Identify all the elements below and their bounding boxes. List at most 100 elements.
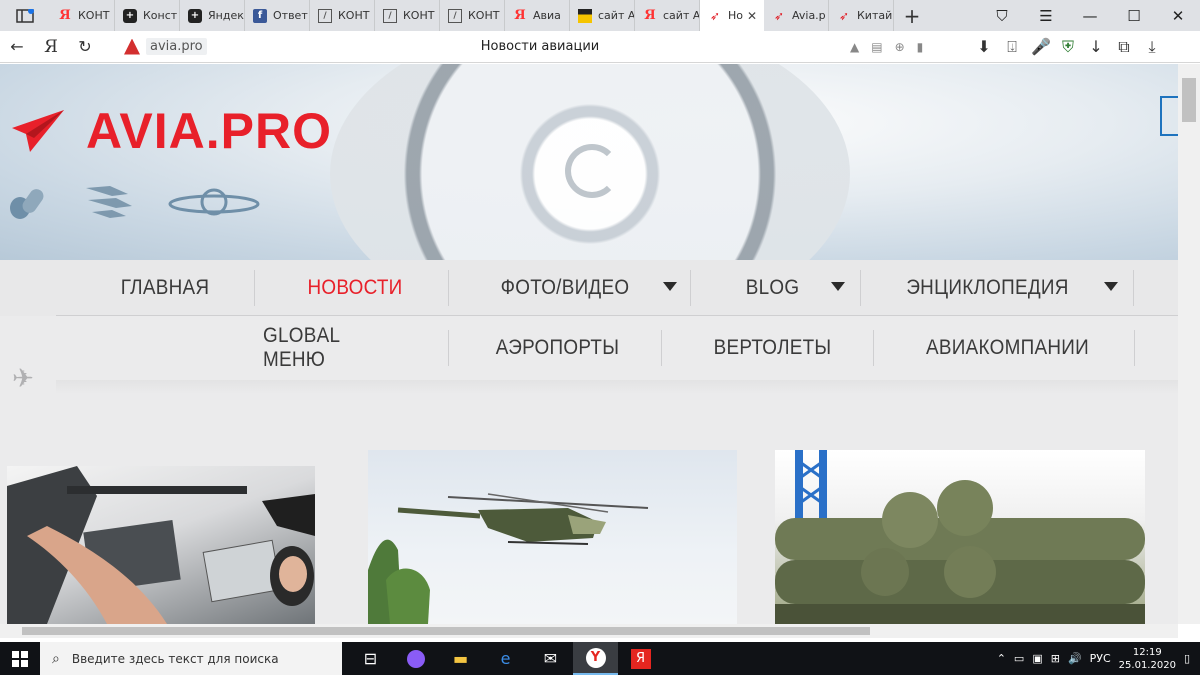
edge-browser-icon[interactable]: e [483,642,528,675]
tab[interactable]: Я Авиа [505,0,570,31]
horizontal-scrollbar[interactable] [0,624,1178,638]
bookmarks-icon[interactable]: ⛉ [980,0,1024,31]
tab[interactable]: + Конст [115,0,180,31]
file-explorer-icon[interactable]: ▬ [438,642,483,675]
reader-mode-icon[interactable]: ▲ [850,40,859,54]
volume-icon[interactable]: 🔊 [1068,652,1082,665]
avia-icon: ➶ [838,8,850,23]
save-icon[interactable]: ⍗ [1003,37,1021,57]
page-title: Новости авиации [480,39,600,54]
news-thumbnail-missile-system[interactable] [775,450,1145,624]
yandex-browser-icon[interactable]: Y [573,642,618,675]
back-button[interactable]: ← [0,31,34,63]
scrollbar-thumb[interactable] [1182,78,1196,122]
yandex-icon: Я [644,8,656,23]
tab[interactable]: / КОНТ [375,0,440,31]
tab[interactable]: ➶ Avia.p [764,0,829,31]
network-icon[interactable]: ⊞ [1051,652,1060,665]
menu-item-blog[interactable]: BLOG [739,260,807,316]
site-logo[interactable]: AVIA.PRO [10,102,332,160]
chevron-down-icon[interactable] [831,282,845,291]
microphone-icon[interactable]: 🎤 [1031,37,1051,57]
bookmark-icon[interactable]: ▮ [917,40,924,54]
chevron-down-icon[interactable] [663,282,677,291]
minimize-button[interactable]: — [1068,0,1112,31]
planet-icon[interactable] [166,182,262,222]
url-field[interactable]: avia.pro [124,38,207,55]
tab[interactable]: f Ответ [245,0,310,31]
tab-active[interactable]: ➶ Но ✕ [700,0,764,31]
menu-item-home[interactable]: ГЛАВНАЯ [116,260,215,316]
menu-item-airlines[interactable]: АВИАКОМПАНИИ [924,316,1091,380]
pills-icon[interactable] [6,182,52,222]
document-icon: / [383,8,397,23]
downloads-icon[interactable]: ⤓ [1143,37,1161,57]
document-icon: / [318,8,332,23]
tab[interactable]: Я КОНТ [50,0,115,31]
mail-icon[interactable]: ✉ [528,642,573,675]
translate-icon[interactable]: ⧉ [1115,37,1133,57]
url-text[interactable]: avia.pro [146,38,207,55]
shield-icon[interactable]: ⛨ [1059,37,1077,57]
tab[interactable]: ➶ Китай [829,0,894,31]
new-tab-button[interactable]: + [894,0,930,31]
download-arrow-icon[interactable]: ↓ [1087,37,1105,57]
taskbar-search-input[interactable]: ⌕ Введите здесь текст для поиска [40,642,342,675]
task-view-icon[interactable]: ⊟ [348,642,393,675]
tab-strip: Я КОНТ + Конст + Яндек f Ответ / КОНТ / КОНТ /… [0,0,1200,31]
clock[interactable]: 12:19 25.01.2020 [1119,646,1176,672]
facebook-icon: f [253,8,267,23]
browser-window: Я КОНТ + Конст + Яндек f Ответ / КОНТ / КОНТ /… [0,0,1200,642]
news-thumbnail-cockpit[interactable] [7,466,315,624]
yandex-icon: Я [59,8,71,23]
maximize-button[interactable]: ☐ [1112,0,1156,31]
web-page: AVIA.PRO ГЛАВНАЯ НОВОСТИ ФОТО/ВИДЕО BLOG… [0,64,1178,624]
menu-item-photo-video[interactable]: ФОТО/ВИДЕО [498,260,633,316]
tab[interactable]: Ясайт А [635,0,700,31]
tab[interactable]: + Яндек [180,0,245,31]
menu-icon[interactable]: ☰ [1024,0,1068,31]
chevron-up-icon[interactable]: ⌃ [997,652,1006,665]
tab[interactable]: / КОНТ [310,0,375,31]
tab[interactable]: / КОНТ [440,0,505,31]
scrollbar-thumb[interactable] [22,627,870,635]
alice-icon[interactable] [393,642,438,675]
menu-separator [690,270,691,306]
close-tab-icon[interactable]: ✕ [747,9,757,23]
document-view-icon[interactable]: ▤ [871,40,882,54]
secondary-menu: GLOBAL МЕНЮ АЭРОПОРТЫ ВЕРТОЛЕТЫ АВИАКОМП… [0,316,1178,380]
document-icon: / [448,8,462,23]
news-thumbnail-helicopter[interactable] [368,450,737,624]
avia-icon: ➶ [773,8,785,23]
close-button[interactable]: ✕ [1156,0,1200,31]
start-button[interactable] [0,642,40,675]
wind-icon[interactable] [82,182,136,222]
missile-launcher-image [775,450,1145,624]
menu-item-news[interactable]: НОВОСТИ [297,260,414,316]
chevron-down-icon[interactable] [1104,282,1118,291]
logo-text: AVIA.PRO [86,103,332,159]
address-actions: ▲ ▤ ⊕ ▮ [850,40,923,54]
battery-icon[interactable]: ▭ [1014,652,1024,665]
notifications-icon[interactable]: ▯ [1184,652,1190,665]
yandex-logo[interactable]: Я [34,31,68,63]
menu-item-helicopters[interactable]: ВЕРТОЛЕТЫ [712,316,834,380]
menu-item-airports[interactable]: АЭРОПОРТЫ [492,316,623,380]
language-indicator[interactable]: РУС [1090,652,1111,665]
avia-icon: ➶ [709,8,721,23]
reload-button[interactable]: ↻ [68,31,102,63]
menu-item-encyclopedia[interactable]: ЭНЦИКЛОПЕДИЯ [906,260,1068,316]
menu-shadow [56,380,1178,394]
yandex-app-icon[interactable]: Я [618,642,663,675]
monitor-icon[interactable]: ▣ [1032,652,1042,665]
sidebar-toggle-button[interactable] [0,0,50,31]
download-circle-icon[interactable]: ⬇ [975,37,993,57]
security-warning-icon[interactable] [124,38,140,55]
image-icon [578,8,592,23]
paper-plane-icon [12,110,64,152]
tab[interactable]: сайт А [570,0,635,31]
vertical-scrollbar[interactable] [1178,64,1200,624]
menu-item-global-menu[interactable]: GLOBAL МЕНЮ [263,316,407,380]
zoom-icon[interactable]: ⊕ [895,40,905,54]
yandex-icon: Я [514,8,526,23]
